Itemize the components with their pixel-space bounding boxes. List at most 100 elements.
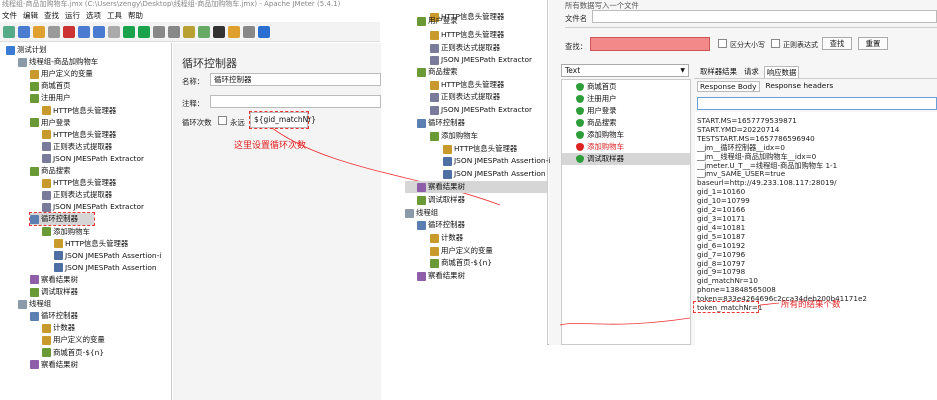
tree-node[interactable]: HTTP信息头管理器 [430, 29, 504, 41]
expand-icon[interactable] [108, 25, 120, 38]
copy-icon[interactable] [78, 25, 90, 38]
sample-result-item[interactable]: 商品搜索 [562, 117, 690, 129]
tab-sampler-result[interactable]: 取样器结果 [698, 66, 739, 78]
sample-result-item[interactable]: 商城首页 [562, 81, 690, 93]
sample-result-item[interactable]: 调试取样器 [562, 153, 690, 165]
tree-node[interactable]: 正则表达式提取器 [42, 141, 112, 153]
tree-node[interactable]: HTTP信息头管理器 [42, 105, 116, 117]
filename-field[interactable] [592, 10, 937, 23]
help-icon[interactable] [258, 25, 270, 38]
tree-node[interactable]: 商品搜索 [30, 165, 71, 177]
tree-node[interactable]: 察看结果树 [405, 181, 547, 193]
shutdown-icon[interactable] [168, 25, 180, 38]
tree-node[interactable]: 正则表达式提取器 [430, 42, 500, 54]
tree-node[interactable]: 商城首页-${n} [42, 347, 104, 359]
comment-field[interactable] [210, 95, 381, 108]
tree-node[interactable]: 线程组-商品加购物车 [18, 56, 98, 68]
menu-item[interactable]: 帮助 [128, 9, 143, 22]
tree-node[interactable]: 调试取样器 [417, 194, 465, 206]
tree-node[interactable]: JSON JMESPath Assertion [443, 168, 546, 180]
tree-node[interactable]: JSON JMESPath Extractor [42, 153, 144, 165]
templates-icon[interactable] [18, 25, 30, 38]
tree-node[interactable]: HTTP信息头管理器 [42, 129, 116, 141]
subtab-response-headers[interactable]: Response headers [764, 81, 836, 92]
forever-checkbox[interactable] [218, 116, 227, 125]
search-input[interactable] [590, 37, 710, 51]
menu-item[interactable]: 运行 [65, 9, 80, 22]
tree-node[interactable]: 正则表达式提取器 [430, 91, 500, 103]
start-no-pause-icon[interactable] [138, 25, 150, 38]
tree-node[interactable]: 商城首页-${n} [430, 257, 492, 269]
tab-response-data[interactable]: 响应数据 [763, 66, 800, 78]
reset-search-icon[interactable] [228, 25, 240, 38]
tree-node[interactable]: 察看结果树 [30, 359, 78, 371]
tree-node[interactable]: 正则表达式提取器 [42, 189, 112, 201]
regex-checkbox[interactable] [771, 39, 780, 48]
clear-icon[interactable] [183, 25, 195, 38]
tree-node[interactable]: HTTP信息头管理器 [54, 238, 128, 250]
extractor-icon [430, 105, 439, 115]
tree-node[interactable]: JSON JMESPath Extractor [42, 201, 144, 213]
tree-node[interactable]: HTTP信息头管理器 [430, 79, 504, 91]
new-icon[interactable] [3, 25, 15, 38]
tree-node[interactable]: JSON JMESPath Assertion-i [443, 155, 550, 167]
find-button[interactable]: 查找 [822, 37, 852, 50]
function-helper-icon[interactable] [243, 25, 255, 38]
menu-item[interactable]: 查找 [44, 9, 59, 22]
tree-node[interactable]: 察看结果树 [417, 270, 465, 282]
tree-node[interactable]: JSON JMESPath Extractor [430, 54, 532, 66]
loop-count-field[interactable]: ${gid_matchNr} [249, 111, 316, 129]
menu-item[interactable]: 工具 [107, 9, 122, 22]
tree-node[interactable]: 循环控制器 [30, 310, 78, 322]
tree-node[interactable]: 用户定义的变量 [42, 334, 105, 346]
tree-node[interactable]: 注册用户 [30, 92, 71, 104]
paste-icon[interactable] [93, 25, 105, 38]
tree-node[interactable]: 商城首页 [30, 80, 71, 92]
sample-result-item[interactable]: 添加购物车 [562, 129, 690, 141]
tree-node[interactable]: 循环控制器 [417, 117, 465, 129]
success-shield-icon [576, 107, 584, 115]
menu-item[interactable]: 选项 [86, 9, 101, 22]
tree-node[interactable]: 察看结果树 [30, 274, 78, 286]
tree-node[interactable]: 添加购物车 [42, 226, 90, 238]
sample-result-item[interactable]: 用户登录 [562, 105, 690, 117]
sample-result-item[interactable]: 注册用户 [562, 93, 690, 105]
stop-icon[interactable] [153, 25, 165, 38]
case-checkbox[interactable] [718, 39, 727, 48]
tree-node[interactable]: JSON JMESPath Assertion-i [54, 250, 161, 262]
save-icon[interactable] [48, 25, 60, 38]
tree-node[interactable]: JSON JMESPath Assertion [54, 262, 157, 274]
tree-node[interactable]: 线程组 [18, 298, 51, 310]
tree-node[interactable]: 添加购物车 [430, 130, 478, 142]
response-search-input[interactable] [697, 97, 937, 110]
open-icon[interactable] [33, 25, 45, 38]
tree-node[interactable]: 用户定义的变量 [30, 68, 93, 80]
name-field[interactable]: 循环控制器 [210, 73, 381, 86]
tree-node[interactable]: 用户定义的变量 [430, 245, 493, 257]
clear-all-icon[interactable] [198, 25, 210, 38]
tree-node[interactable]: 商品搜索 [417, 66, 458, 78]
tree-node[interactable]: 用户登录 [30, 117, 71, 129]
tab-request[interactable]: 请求 [742, 66, 761, 78]
tree-node[interactable]: HTTP信息头管理器 [443, 143, 517, 155]
tree-node[interactable]: 线程组 [405, 207, 438, 219]
tree-node[interactable]: 计数器 [430, 232, 463, 244]
cut-icon[interactable] [63, 25, 75, 38]
tree-node[interactable]: HTTP信息头管理器 [42, 177, 116, 189]
menu-item[interactable]: 文件 [2, 9, 17, 22]
reset-button[interactable]: 重置 [858, 37, 888, 50]
subtab-response-body[interactable]: Response Body [697, 81, 760, 92]
search-icon[interactable] [213, 25, 225, 38]
tree-node[interactable]: JSON JMESPath Extractor [430, 104, 532, 116]
tree-node[interactable]: 循环控制器 [417, 219, 465, 231]
tree-node[interactable]: 测试计划 [6, 44, 47, 56]
tree-node[interactable]: 循环控制器 [29, 212, 95, 227]
start-icon[interactable] [123, 25, 135, 38]
sample-result-item[interactable]: 添加购物车 [562, 141, 690, 153]
tree-node[interactable]: 用户登录 [417, 15, 458, 27]
renderer-select[interactable]: Text ▼ [561, 64, 689, 77]
tree-node[interactable]: 调试取样器 [30, 286, 78, 298]
menu-item[interactable]: 编辑 [23, 9, 38, 22]
tree-node[interactable]: 计数器 [42, 322, 75, 334]
tree-node-label: 正则表达式提取器 [53, 190, 113, 200]
